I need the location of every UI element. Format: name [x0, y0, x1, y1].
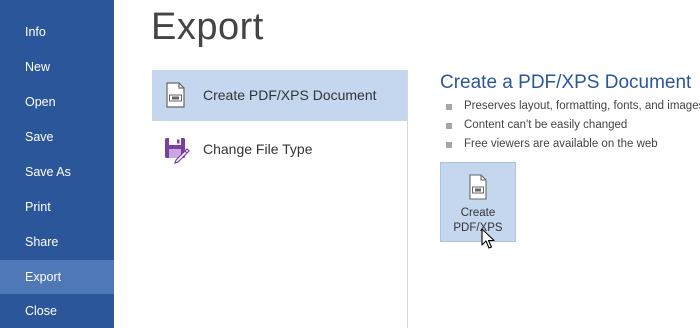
- nav-item-save[interactable]: Save: [0, 120, 114, 154]
- bullet-text: Preserves layout, formatting, fonts, and…: [464, 100, 700, 112]
- bullet-text: Content can't be easily changed: [464, 119, 628, 131]
- option-create-pdf-xps[interactable]: Create PDF/XPS Document: [152, 70, 407, 121]
- bullet-item: Content can't be easily changed: [446, 118, 696, 136]
- option-label: Create PDF/XPS Document: [203, 87, 377, 103]
- option-change-file-type[interactable]: Change File Type: [152, 124, 407, 175]
- button-label-line1: Create: [460, 207, 496, 219]
- option-label: Change File Type: [203, 141, 313, 157]
- nav-item-close[interactable]: Close: [0, 294, 114, 328]
- nav-item-open[interactable]: Open: [0, 85, 114, 119]
- panel-divider: [407, 70, 408, 328]
- create-pdf-xps-button[interactable]: Create PDF/XPS: [440, 162, 516, 242]
- nav-item-print[interactable]: Print: [0, 190, 114, 224]
- bullet-item: Preserves layout, formatting, fonts, and…: [446, 99, 700, 117]
- bullet-text: Free viewers are available on the web: [464, 138, 658, 150]
- backstage-nav: Info New Open Save Save As Print Share E…: [0, 0, 114, 328]
- nav-item-export[interactable]: Export: [0, 260, 114, 294]
- pdf-document-icon: [166, 82, 185, 108]
- bullet-square-icon: [446, 123, 452, 129]
- nav-item-info[interactable]: Info: [0, 15, 114, 49]
- nav-item-save-as[interactable]: Save As: [0, 155, 114, 189]
- bullet-item: Free viewers are available on the web: [446, 137, 696, 155]
- nav-item-new[interactable]: New: [0, 50, 114, 84]
- detail-title: Create a PDF/XPS Document: [440, 72, 692, 93]
- bullet-square-icon: [446, 142, 452, 148]
- bullet-square-icon: [446, 104, 452, 110]
- nav-item-share[interactable]: Share: [0, 225, 114, 259]
- mouse-pointer-icon: [481, 228, 495, 249]
- pdf-document-icon: [469, 174, 487, 200]
- page-title: Export: [151, 6, 264, 48]
- button-label-line2: PDF/XPS: [453, 222, 503, 234]
- change-file-type-icon: [165, 138, 190, 164]
